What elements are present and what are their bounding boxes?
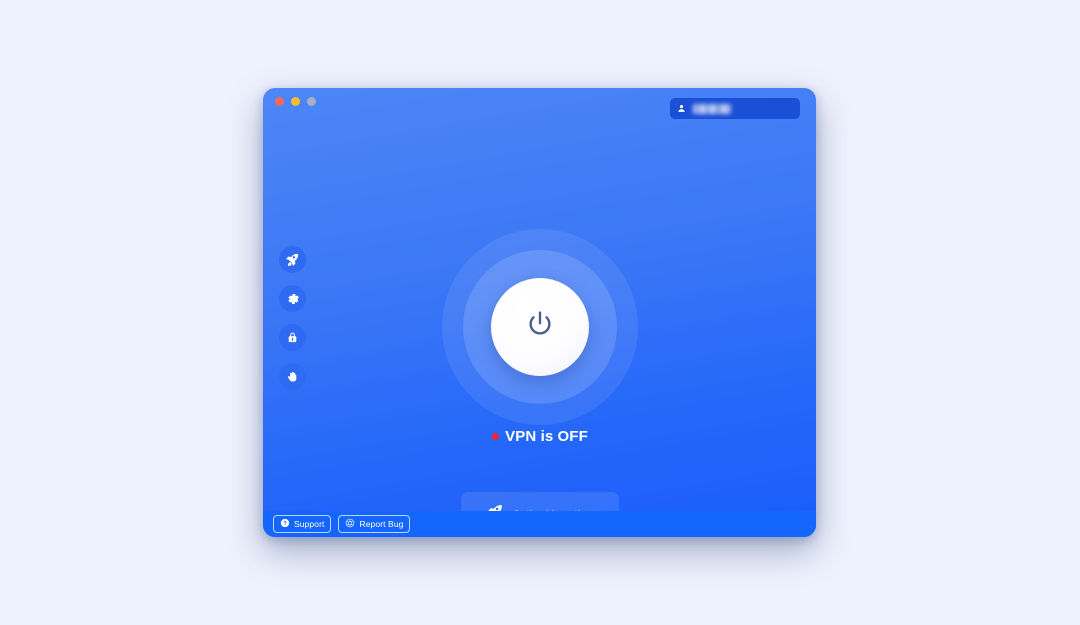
account-button[interactable] bbox=[670, 98, 800, 119]
minimize-window-button[interactable] bbox=[291, 97, 300, 106]
rocket-icon bbox=[285, 252, 300, 267]
bug-icon bbox=[345, 518, 355, 530]
close-window-button[interactable] bbox=[275, 97, 284, 106]
status-label: VPN is OFF bbox=[505, 428, 588, 445]
user-icon bbox=[677, 100, 686, 118]
support-button[interactable]: ? Support bbox=[273, 515, 332, 533]
question-circle-icon: ? bbox=[280, 518, 290, 530]
power-toggle-area bbox=[441, 229, 638, 425]
status-badge bbox=[491, 433, 499, 440]
support-button-label: Support bbox=[294, 519, 325, 529]
title-bar bbox=[263, 88, 816, 122]
account-name bbox=[693, 103, 731, 114]
report-bug-button-label: Report Bug bbox=[359, 519, 404, 529]
sidebar bbox=[279, 246, 306, 390]
gear-icon bbox=[286, 292, 300, 306]
sidebar-item-locations[interactable] bbox=[279, 246, 306, 273]
lock-icon bbox=[286, 331, 299, 344]
footer-bar: ? Support Report Bug bbox=[263, 511, 816, 537]
hand-icon bbox=[286, 370, 299, 383]
report-bug-button[interactable]: Report Bug bbox=[338, 515, 411, 533]
sidebar-item-settings[interactable] bbox=[279, 285, 306, 312]
sidebar-item-security[interactable] bbox=[279, 324, 306, 351]
vpn-status: VPN is OFF bbox=[491, 428, 588, 445]
power-button[interactable] bbox=[490, 278, 589, 376]
sidebar-item-ad-blocker[interactable] bbox=[279, 363, 306, 390]
svg-text:?: ? bbox=[283, 521, 287, 527]
power-icon bbox=[523, 308, 557, 347]
maximize-window-button[interactable] bbox=[307, 97, 316, 106]
vpn-app-window: VPN is OFF Optimal Location Your IP: Det… bbox=[263, 88, 816, 537]
window-controls bbox=[275, 97, 316, 106]
